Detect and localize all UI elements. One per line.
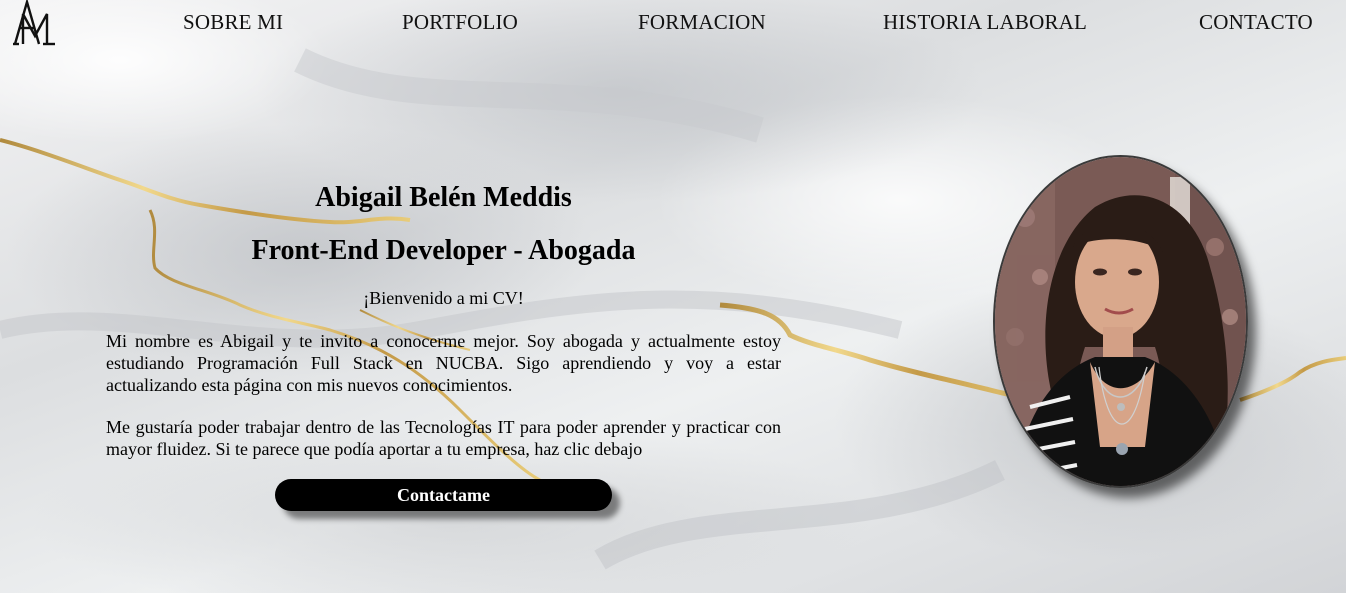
contactame-button[interactable]: Contactame xyxy=(275,479,612,511)
goal-paragraph: Me gustaría poder trabajar dentro de las… xyxy=(106,417,781,459)
nav-portfolio[interactable]: PORTFOLIO xyxy=(402,10,518,35)
top-navigation: SOBRE MI PORTFOLIO FORMACION HISTORIA LA… xyxy=(0,0,1346,48)
nav-formacion[interactable]: FORMACION xyxy=(638,10,766,35)
nav-sobre-mi[interactable]: SOBRE MI xyxy=(183,10,283,35)
hero-role: Front-End Developer - Abogada xyxy=(251,235,636,266)
nav-historia-laboral[interactable]: HISTORIA LABORAL xyxy=(883,10,1087,35)
profile-photo xyxy=(993,155,1248,488)
am-monogram-logo[interactable] xyxy=(11,0,59,46)
nav-contacto[interactable]: CONTACTO xyxy=(1199,10,1313,35)
intro-paragraph: Mi nombre es Abigail y te invito a conoc… xyxy=(106,331,781,395)
hero-name: Abigail Belén Meddis xyxy=(315,182,572,213)
hero-welcome: ¡Bienvenido a mi CV! xyxy=(363,288,524,308)
